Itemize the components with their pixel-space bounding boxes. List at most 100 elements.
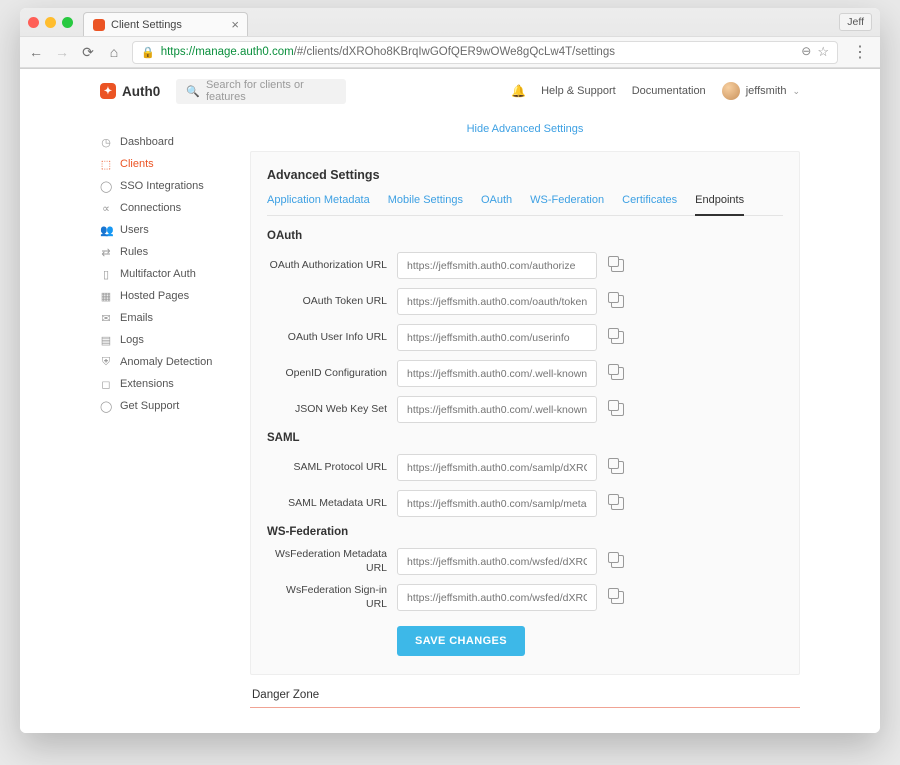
row-wsfed-signin: WsFederation Sign-in URL [267,584,783,611]
row-oauth-token: OAuth Token URL [267,288,783,315]
tab-oauth[interactable]: OAuth [481,194,512,215]
field-label: OpenID Configuration [267,367,387,380]
row-saml-protocol: SAML Protocol URL [267,454,783,481]
logs-icon: ▤ [100,334,112,347]
sidebar-item-label: Emails [120,312,153,324]
copy-icon[interactable] [611,403,624,416]
copy-icon[interactable] [611,331,624,344]
brand[interactable]: ✦ Auth0 [100,83,160,99]
hide-advanced-link[interactable]: Hide Advanced Settings [250,119,800,151]
copy-icon[interactable] [611,497,624,510]
tab-endpoints[interactable]: Endpoints [695,194,744,216]
sidebar-item-label: SSO Integrations [120,180,204,192]
browser-tab[interactable]: Client Settings × [83,12,248,36]
sidebar-item-rules[interactable]: ⇄ Rules [100,241,220,263]
sidebar-item-label: Connections [120,202,181,214]
lock-icon: 🔒 [141,46,155,59]
sidebar-item-clients[interactable]: ⬚Clients [100,153,220,175]
settings-tabs: Application Metadata Mobile Settings OAu… [267,194,783,216]
oauth-authorize-url-input[interactable] [397,252,597,279]
copy-icon[interactable] [611,295,624,308]
email-icon: ✉ [100,312,112,325]
bookmark-star-icon[interactable]: ☆ [817,44,829,60]
help-support-link[interactable]: Help & Support [541,85,616,97]
rules-icon: ⇄ [100,246,112,259]
row-openid-config: OpenID Configuration [267,360,783,387]
save-changes-button[interactable]: SAVE CHANGES [397,626,525,656]
zoom-icon[interactable]: ⊖ [801,44,811,60]
browser-window: Client Settings × Jeff ← → ⟳ ⌂ 🔒 https:/… [20,8,880,733]
tab-title: Client Settings [111,19,182,31]
sidebar-item-label: Logs [120,334,144,346]
oauth-userinfo-url-input[interactable] [397,324,597,351]
row-jwks: JSON Web Key Set [267,396,783,423]
wsfed-signin-url-input[interactable] [397,584,597,611]
sidebar-item-sso[interactable]: ◯ SSO Integrations [100,175,220,197]
reload-button[interactable]: ⟳ [80,44,96,61]
sidebar: ◷Dashboard ⬚Clients ◯ SSO Integrations ∝C… [100,119,220,711]
sidebar-item-anomaly[interactable]: ⛨Anomaly Detection [100,351,220,373]
mfa-icon: ▯ [100,268,112,281]
window-controls[interactable] [28,17,73,28]
section-saml-heading: SAML [267,432,783,444]
close-window-button[interactable] [28,17,39,28]
main-content: Hide Advanced Settings Advanced Settings… [250,119,800,711]
copy-icon[interactable] [611,555,624,568]
section-wsfed-heading: WS-Federation [267,526,783,538]
tab-certificates[interactable]: Certificates [622,194,677,215]
documentation-link[interactable]: Documentation [632,85,706,97]
sso-icon: ◯ [100,180,112,193]
sidebar-item-users[interactable]: 👥Users [100,219,220,241]
browser-profile-chip[interactable]: Jeff [839,13,872,31]
user-menu[interactable]: jeffsmith ⌄ [722,82,800,100]
back-button[interactable]: ← [28,44,44,60]
oauth-token-url-input[interactable] [397,288,597,315]
address-bar[interactable]: 🔒 https://manage.auth0.com/#/clients/dXR… [132,41,838,64]
panel-title: Advanced Settings [267,168,783,182]
sidebar-item-dashboard[interactable]: ◷Dashboard [100,131,220,153]
section-oauth-heading: OAuth [267,230,783,242]
copy-icon[interactable] [611,461,624,474]
sidebar-item-emails[interactable]: ✉ Emails [100,307,220,329]
tab-mobile-settings[interactable]: Mobile Settings [388,194,463,215]
sidebar-item-multifactor[interactable]: ▯Multifactor Auth [100,263,220,285]
row-oauth-authorize: OAuth Authorization URL [267,252,783,279]
browser-menu-icon[interactable]: ⋮ [848,42,872,62]
minimize-window-button[interactable] [45,17,56,28]
sidebar-item-hosted-pages[interactable]: ▦Hosted Pages [100,285,220,307]
jwks-input[interactable] [397,396,597,423]
openid-config-input[interactable] [397,360,597,387]
sidebar-item-label: Rules [120,246,148,258]
copy-icon[interactable] [611,367,624,380]
support-icon: ◯ [100,400,112,413]
tab-ws-federation[interactable]: WS-Federation [530,194,604,215]
home-button[interactable]: ⌂ [106,44,122,60]
url-host: ://manage.auth0.com [186,46,294,58]
wsfed-metadata-url-input[interactable] [397,548,597,575]
copy-icon[interactable] [611,591,624,604]
forward-button[interactable]: → [54,44,70,60]
saml-metadata-url-input[interactable] [397,490,597,517]
sidebar-item-support[interactable]: ◯ Get Support [100,395,220,417]
sidebar-item-label: Get Support [120,400,179,412]
url-scheme: https [161,46,186,58]
notifications-bell-icon[interactable]: 🔔 [511,84,525,98]
avatar [722,82,740,100]
tab-close-icon[interactable]: × [231,17,239,32]
maximize-window-button[interactable] [62,17,73,28]
tab-application-metadata[interactable]: Application Metadata [267,194,370,215]
sidebar-item-connections[interactable]: ∝Connections [100,197,220,219]
saml-protocol-url-input[interactable] [397,454,597,481]
row-oauth-userinfo: OAuth User Info URL [267,324,783,351]
copy-icon[interactable] [611,259,624,272]
sidebar-item-extensions[interactable]: ◻ Extensions [100,373,220,395]
sidebar-item-label: Hosted Pages [120,290,189,302]
extensions-icon: ◻ [100,378,112,391]
field-label: JSON Web Key Set [267,403,387,416]
sidebar-item-label: Extensions [120,378,174,390]
sidebar-item-logs[interactable]: ▤ Logs [100,329,220,351]
field-label: SAML Metadata URL [267,497,387,510]
search-icon: 🔍 [186,85,200,98]
search-input[interactable]: 🔍 Search for clients or features [176,79,346,104]
sidebar-item-label: Dashboard [120,136,174,148]
